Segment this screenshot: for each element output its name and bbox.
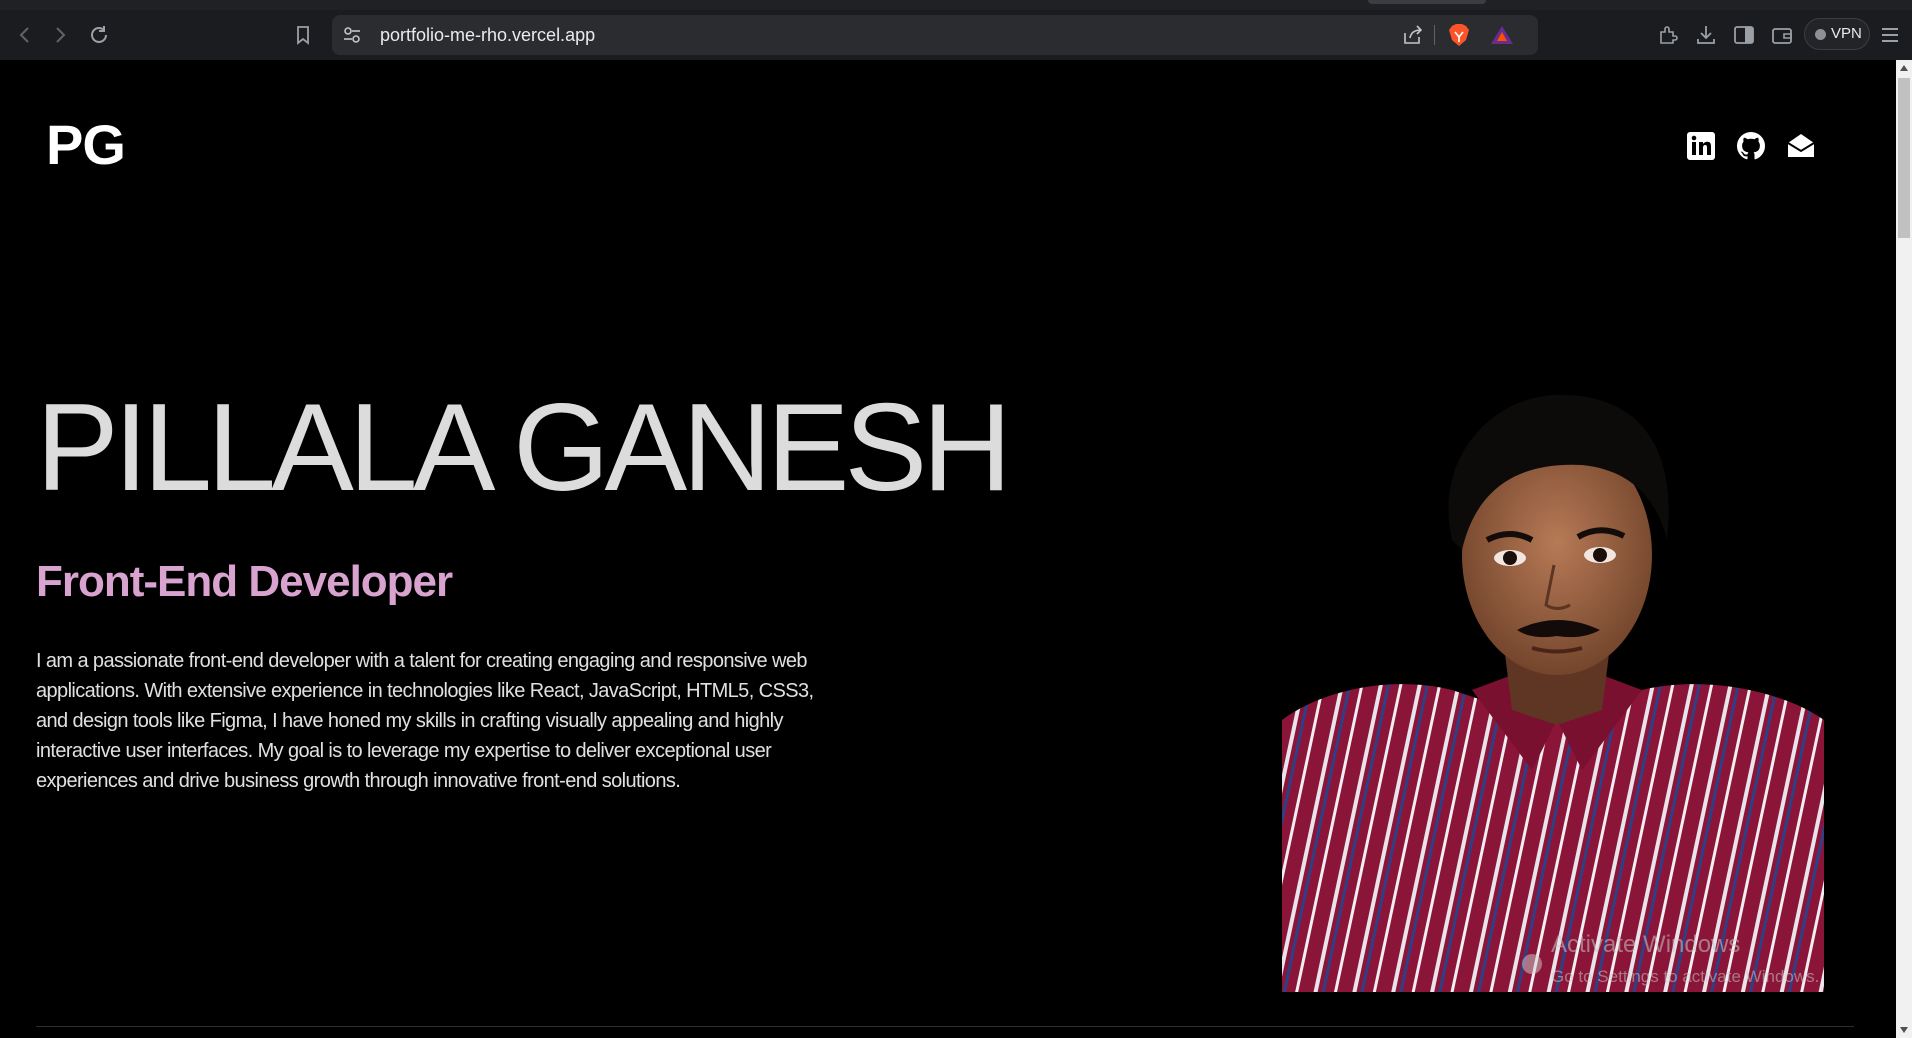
profile-photo bbox=[1282, 390, 1824, 992]
site-settings-icon[interactable] bbox=[342, 25, 362, 45]
bookmark-icon[interactable] bbox=[291, 23, 315, 47]
browser-toolbar: portfolio-me-rho.vercel.app VPN bbox=[0, 10, 1912, 60]
linkedin-icon bbox=[1687, 132, 1715, 160]
scroll-thumb[interactable] bbox=[1898, 78, 1910, 238]
brave-rewards-icon[interactable] bbox=[1490, 25, 1514, 45]
omnibox-separator bbox=[1434, 25, 1435, 45]
windows-activation-subtitle: Go to Settings to activate Windows. bbox=[1551, 967, 1820, 986]
scroll-up-arrow-icon[interactable] bbox=[1900, 65, 1908, 71]
downloads-icon[interactable] bbox=[1694, 23, 1718, 47]
menu-icon[interactable] bbox=[1878, 23, 1902, 47]
scroll-down-arrow-icon[interactable] bbox=[1900, 1027, 1908, 1033]
mail-icon bbox=[1787, 134, 1815, 157]
vpn-button[interactable]: VPN bbox=[1804, 18, 1870, 50]
email-link[interactable] bbox=[1785, 130, 1817, 162]
wallet-icon[interactable] bbox=[1770, 23, 1794, 47]
brave-shields-icon[interactable] bbox=[1448, 23, 1470, 47]
vpn-status-icon bbox=[1815, 29, 1826, 40]
share-icon[interactable] bbox=[1402, 24, 1424, 46]
sidebar-icon[interactable] bbox=[1732, 23, 1756, 47]
hero-role: Front-End Developer bbox=[36, 557, 453, 606]
extensions-icon[interactable] bbox=[1656, 23, 1680, 47]
windows-activation-title: Activate Windows bbox=[1551, 931, 1741, 958]
github-link[interactable] bbox=[1735, 130, 1767, 162]
github-icon bbox=[1736, 131, 1766, 160]
watermark-dot bbox=[1522, 954, 1542, 974]
page-scrollbar[interactable] bbox=[1896, 60, 1912, 1038]
address-bar[interactable]: portfolio-me-rho.vercel.app bbox=[332, 15, 1538, 55]
linkedin-link[interactable] bbox=[1685, 130, 1717, 162]
browser-tabstrip bbox=[0, 0, 1912, 10]
back-icon[interactable] bbox=[13, 23, 37, 47]
hero-name: PILLALA GANESH bbox=[36, 379, 1012, 517]
section-divider bbox=[36, 1026, 1854, 1027]
reload-icon[interactable] bbox=[87, 23, 111, 47]
active-tab-indicator[interactable] bbox=[1368, 0, 1486, 4]
site-logo[interactable]: PG bbox=[46, 110, 126, 180]
forward-icon[interactable] bbox=[48, 23, 72, 47]
url-text[interactable]: portfolio-me-rho.vercel.app bbox=[380, 15, 595, 55]
vpn-label: VPN bbox=[1831, 25, 1862, 42]
hero-bio: I am a passionate front-end developer wi… bbox=[36, 650, 814, 792]
